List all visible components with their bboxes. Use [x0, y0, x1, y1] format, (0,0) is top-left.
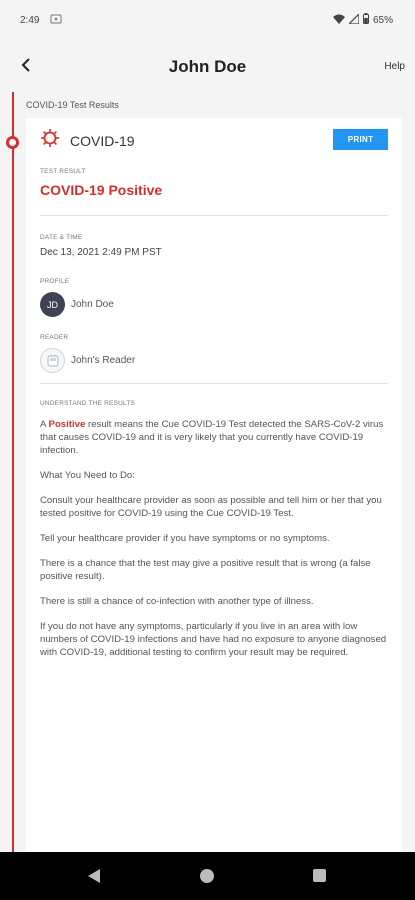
explanation-prefix: A: [40, 419, 49, 430]
what-to-do-heading: What You Need to Do:: [40, 470, 135, 481]
profile-name: John Doe: [71, 299, 114, 310]
reader-label: READER: [40, 334, 69, 341]
result-card: COVID-19 PRINT TEST RESULT COVID-19 Posi…: [26, 118, 402, 858]
timeline-line: [12, 92, 14, 852]
explanation-paragraph: A Positive result means the Cue COVID-19…: [40, 418, 388, 457]
guidance-paragraph: Tell your healthcare provider if you hav…: [40, 533, 330, 544]
guidance-paragraph: Consult your healthcare provider as soon…: [40, 495, 382, 519]
understand-label: UNDERSTAND THE RESULTS: [40, 400, 136, 407]
chevron-left-icon: [21, 57, 31, 77]
datetime-label: DATE & TIME: [40, 234, 83, 241]
page-title: John Doe: [168, 57, 247, 76]
system-nav-bar: [0, 852, 415, 900]
datetime-value: Dec 13, 2021 2:49 PM PST: [40, 247, 162, 258]
divider: [40, 383, 388, 384]
nav-recents-icon[interactable]: [313, 869, 326, 882]
status-bar: 2:49 65%: [0, 0, 415, 42]
battery-icon: [362, 13, 369, 27]
back-button[interactable]: [14, 55, 38, 79]
test-name: COVID-19: [70, 132, 135, 149]
results-explanation: A Positive result means the Cue COVID-19…: [40, 418, 388, 671]
explanation-suffix: result means the Cue COVID-19 Test detec…: [40, 419, 384, 456]
wifi-icon: [332, 14, 345, 27]
positive-highlight: Positive: [48, 419, 86, 430]
card-header: COVID-19: [40, 128, 135, 153]
guidance-paragraph: There is a chance that the test may give…: [40, 558, 371, 582]
profile-label: PROFILE: [40, 278, 70, 285]
profile-row: JD John Doe: [40, 292, 114, 317]
test-result-value: COVID-19 Positive: [40, 182, 163, 198]
nav-back-icon[interactable]: [88, 869, 100, 883]
reader-device-icon: [40, 348, 65, 373]
guidance-paragraph: If you do not have any symptoms, particu…: [40, 621, 387, 658]
nav-home-icon[interactable]: [200, 869, 214, 883]
cell-signal-icon: [347, 12, 360, 27]
reader-name: John's Reader: [71, 355, 136, 366]
divider: [40, 215, 388, 216]
timeline-dot: [6, 136, 19, 149]
app-header: John Doe Help: [0, 42, 415, 92]
help-link[interactable]: Help: [384, 61, 405, 72]
status-indicators: 65%: [332, 12, 393, 27]
guidance-paragraph: There is still a chance of co-infection …: [40, 596, 314, 607]
battery-percent: 65%: [372, 14, 393, 26]
virus-icon: [40, 128, 60, 153]
reader-row: John's Reader: [40, 348, 135, 373]
test-result-label: TEST RESULT: [40, 168, 86, 175]
print-button[interactable]: PRINT: [333, 129, 388, 150]
status-time: 2:49: [20, 15, 40, 26]
screen-cast-icon: [50, 14, 62, 27]
avatar: JD: [40, 292, 65, 317]
section-label: COVID-19 Test Results: [26, 100, 119, 110]
